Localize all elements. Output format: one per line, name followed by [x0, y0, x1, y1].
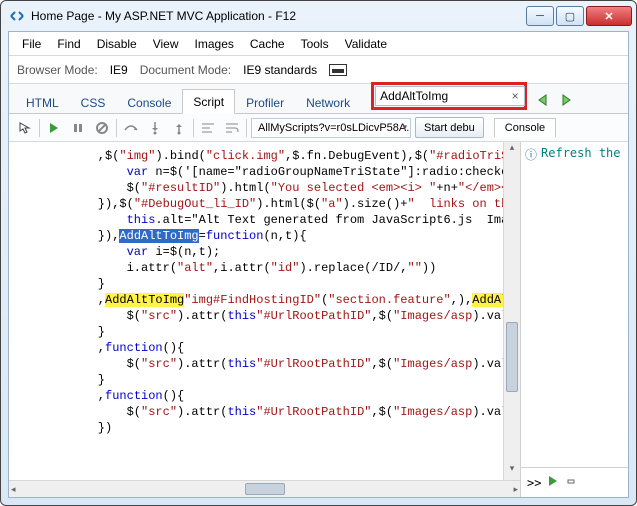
document-mode-value[interactable]: IE9 standards	[243, 63, 317, 77]
script-file-dropdown[interactable]: AllMyScripts?v=r0sLDicvP58A...	[251, 118, 411, 138]
console-prompt[interactable]: >>	[527, 476, 541, 490]
step-into-icon[interactable]	[145, 118, 165, 138]
console-input-bar: >>	[521, 467, 628, 497]
scroll-thumb[interactable]	[506, 322, 518, 392]
vertical-scrollbar[interactable]: ▴ ▾	[503, 142, 520, 480]
stop-icon[interactable]	[92, 118, 112, 138]
run-script-icon[interactable]	[547, 475, 559, 490]
start-debugging-button[interactable]: Start debu	[415, 117, 484, 138]
multiline-toggle-icon[interactable]	[565, 475, 577, 490]
window-title: Home Page - My ASP.NET MVC Application -…	[31, 9, 520, 23]
browser-mode-label: Browser Mode:	[17, 63, 98, 77]
document-mode-label: Document Mode:	[140, 63, 231, 77]
sub-tab-console[interactable]: Console	[494, 118, 556, 137]
scroll-right-icon[interactable]: ▸	[513, 484, 518, 495]
scroll-up-icon[interactable]: ▴	[504, 142, 520, 159]
select-element-icon[interactable]	[15, 118, 35, 138]
word-wrap-icon[interactable]	[222, 118, 242, 138]
code-body: ,$("img").bind("click.img",$.fn.DebugEve…	[9, 142, 520, 480]
window: Home Page - My ASP.NET MVC Application -…	[0, 0, 637, 506]
tab-css[interactable]: CSS	[70, 90, 117, 114]
step-over-icon[interactable]	[121, 118, 141, 138]
console-output: ⓘ Refresh the	[521, 142, 628, 467]
menu-cache[interactable]: Cache	[243, 35, 292, 53]
menu-find[interactable]: Find	[50, 35, 87, 53]
panel-tabs: HTML CSS Console Script Profiler Network…	[9, 84, 628, 114]
info-icon: ⓘ	[525, 146, 537, 163]
console-panel: ⓘ Refresh the >>	[520, 142, 628, 497]
play-icon[interactable]	[44, 118, 64, 138]
scroll-down-icon[interactable]: ▾	[504, 463, 520, 480]
devtools-icon	[9, 8, 25, 24]
separator	[116, 119, 117, 137]
search-next-icon[interactable]	[556, 90, 576, 110]
menu-disable[interactable]: Disable	[90, 35, 144, 53]
console-message: Refresh the	[541, 146, 620, 160]
code-editor[interactable]: ,$("img").bind("click.img",$.fn.DebugEve…	[9, 142, 503, 480]
step-out-icon[interactable]	[169, 118, 189, 138]
script-toolbar: AllMyScripts?v=r0sLDicvP58A... Start deb…	[9, 114, 628, 142]
search-prev-icon[interactable]	[533, 90, 553, 110]
pause-icon[interactable]	[68, 118, 88, 138]
separator	[39, 119, 40, 137]
tab-script[interactable]: Script	[182, 89, 235, 114]
tab-network[interactable]: Network	[295, 90, 361, 114]
main-area: ,$("img").bind("click.img",$.fn.DebugEve…	[9, 142, 628, 497]
mode-bar: Browser Mode: IE9 Document Mode: IE9 sta…	[9, 56, 628, 84]
close-button[interactable]: ✕	[586, 6, 632, 26]
maximize-button[interactable]: ▢	[556, 6, 584, 26]
tab-console[interactable]: Console	[116, 90, 182, 114]
search-input[interactable]	[375, 86, 525, 106]
menu-images[interactable]: Images	[188, 35, 241, 53]
titlebar: Home Page - My ASP.NET MVC Application -…	[1, 1, 636, 31]
window-buttons: ─ ▢ ✕	[526, 6, 632, 26]
code-column: ,$("img").bind("click.img",$.fn.DebugEve…	[9, 142, 520, 497]
menu-view[interactable]: View	[146, 35, 186, 53]
pin-icon[interactable]	[329, 64, 347, 76]
minimize-button[interactable]: ─	[526, 6, 554, 26]
browser-mode-value[interactable]: IE9	[110, 63, 128, 77]
scroll-left-icon[interactable]: ◂	[11, 484, 16, 495]
menubar: File Find Disable View Images Cache Tool…	[9, 32, 628, 56]
menu-tools[interactable]: Tools	[294, 35, 336, 53]
tab-html[interactable]: HTML	[15, 90, 70, 114]
separator	[246, 119, 247, 137]
search-highlight: ×	[371, 82, 527, 110]
search-clear-icon[interactable]: ×	[507, 89, 523, 103]
tab-profiler[interactable]: Profiler	[235, 90, 295, 114]
horizontal-scrollbar[interactable]: ◂ ▸	[9, 480, 520, 497]
scroll-thumb-h[interactable]	[245, 483, 285, 495]
client-area: File Find Disable View Images Cache Tool…	[8, 31, 629, 498]
format-icon[interactable]	[198, 118, 218, 138]
search-nav	[533, 90, 576, 110]
separator	[193, 119, 194, 137]
menu-validate[interactable]: Validate	[338, 35, 394, 53]
menu-file[interactable]: File	[15, 35, 48, 53]
